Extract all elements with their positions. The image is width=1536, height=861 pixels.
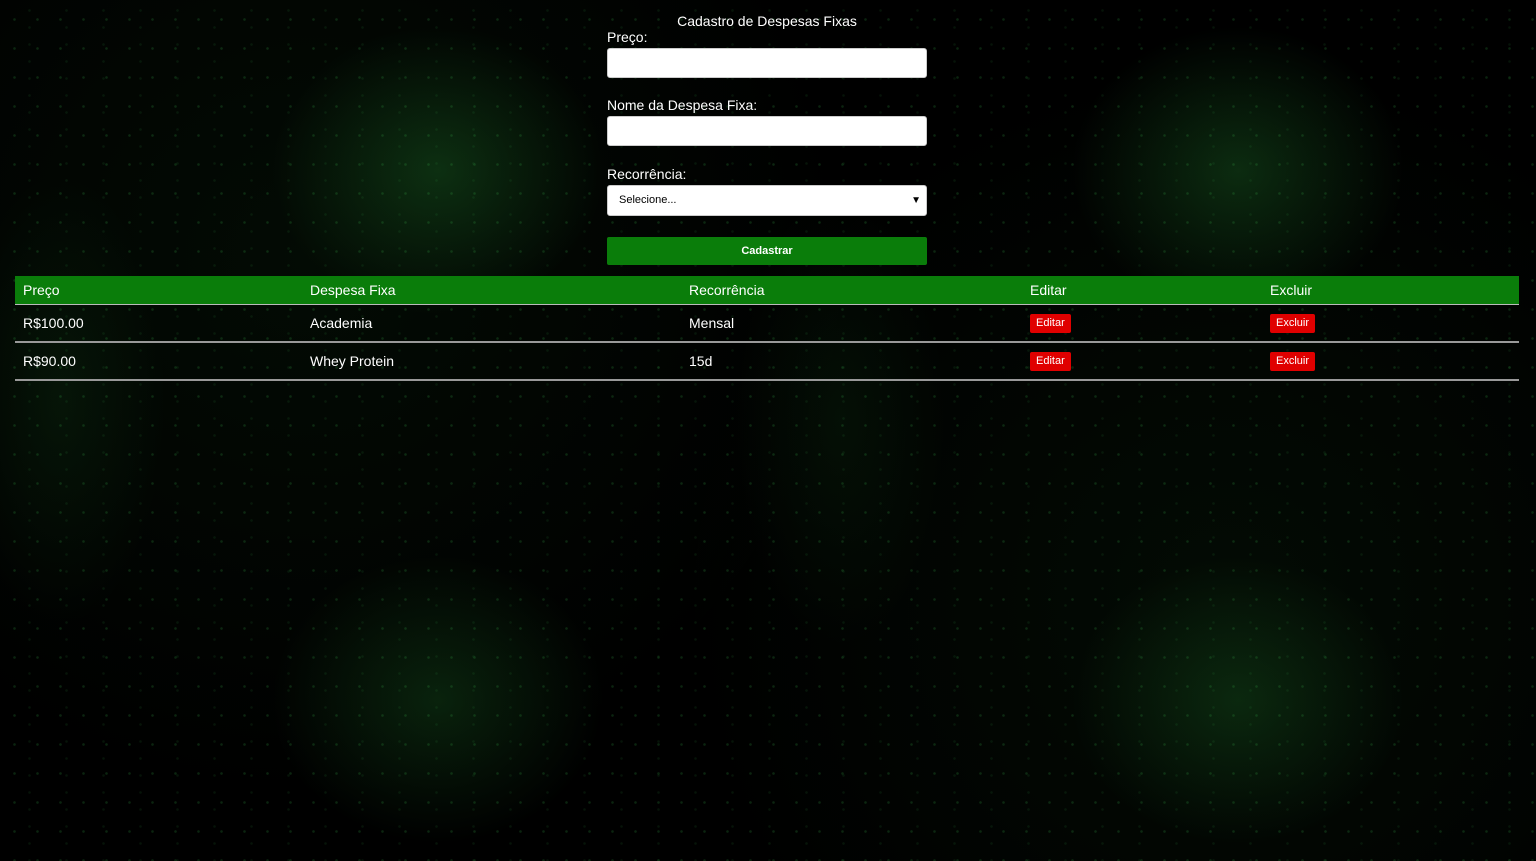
header-row: Preço Despesa Fixa Recorrência Editar Ex… (15, 276, 1519, 305)
table-body: R$100.00 Academia Mensal Editar Excluir … (15, 304, 1519, 381)
column-header-edit: Editar (1022, 276, 1262, 305)
column-header-price: Preço (15, 276, 302, 305)
price-input[interactable] (607, 48, 927, 78)
edit-button[interactable]: Editar (1030, 352, 1071, 371)
expense-name-input[interactable] (607, 116, 927, 146)
recurrence-cell: 15d (681, 342, 1022, 381)
recurrence-cell: Mensal (681, 304, 1022, 343)
delete-button[interactable]: Excluir (1270, 352, 1316, 371)
column-header-delete: Excluir (1262, 276, 1519, 305)
price-label: Preço: (607, 29, 648, 45)
chevron-down-icon: ▼ (911, 195, 921, 206)
expense-name-cell: Academia (302, 304, 681, 343)
register-button[interactable]: Cadastrar (607, 237, 927, 265)
expense-name-label: Nome da Despesa Fixa: (607, 97, 758, 113)
price-cell: R$90.00 (15, 342, 302, 381)
price-cell: R$100.00 (15, 304, 302, 343)
delete-cell: Excluir (1262, 342, 1519, 381)
table-row: R$100.00 Academia Mensal Editar Excluir (15, 304, 1519, 343)
form-title: Cadastro de Despesas Fixas (677, 13, 857, 29)
expenses-table: Preço Despesa Fixa Recorrência Editar Ex… (15, 276, 1519, 381)
column-header-expense: Despesa Fixa (302, 276, 681, 305)
edit-button[interactable]: Editar (1030, 314, 1071, 333)
edit-cell: Editar (1022, 342, 1262, 381)
edit-cell: Editar (1022, 304, 1262, 343)
recurrence-select[interactable]: Selecione... ▼ (607, 185, 927, 216)
table-row: R$90.00 Whey Protein 15d Editar Excluir (15, 342, 1519, 381)
delete-button[interactable]: Excluir (1270, 314, 1316, 333)
expense-form: Cadastro de Despesas Fixas Preço: Nome d… (607, 12, 927, 265)
delete-cell: Excluir (1262, 304, 1519, 343)
expense-name-cell: Whey Protein (302, 342, 681, 381)
column-header-recurrence: Recorrência (681, 276, 1022, 305)
table-header: Preço Despesa Fixa Recorrência Editar Ex… (15, 276, 1519, 305)
recurrence-selected-value: Selecione... (619, 194, 677, 206)
recurrence-label: Recorrência: (607, 166, 687, 182)
